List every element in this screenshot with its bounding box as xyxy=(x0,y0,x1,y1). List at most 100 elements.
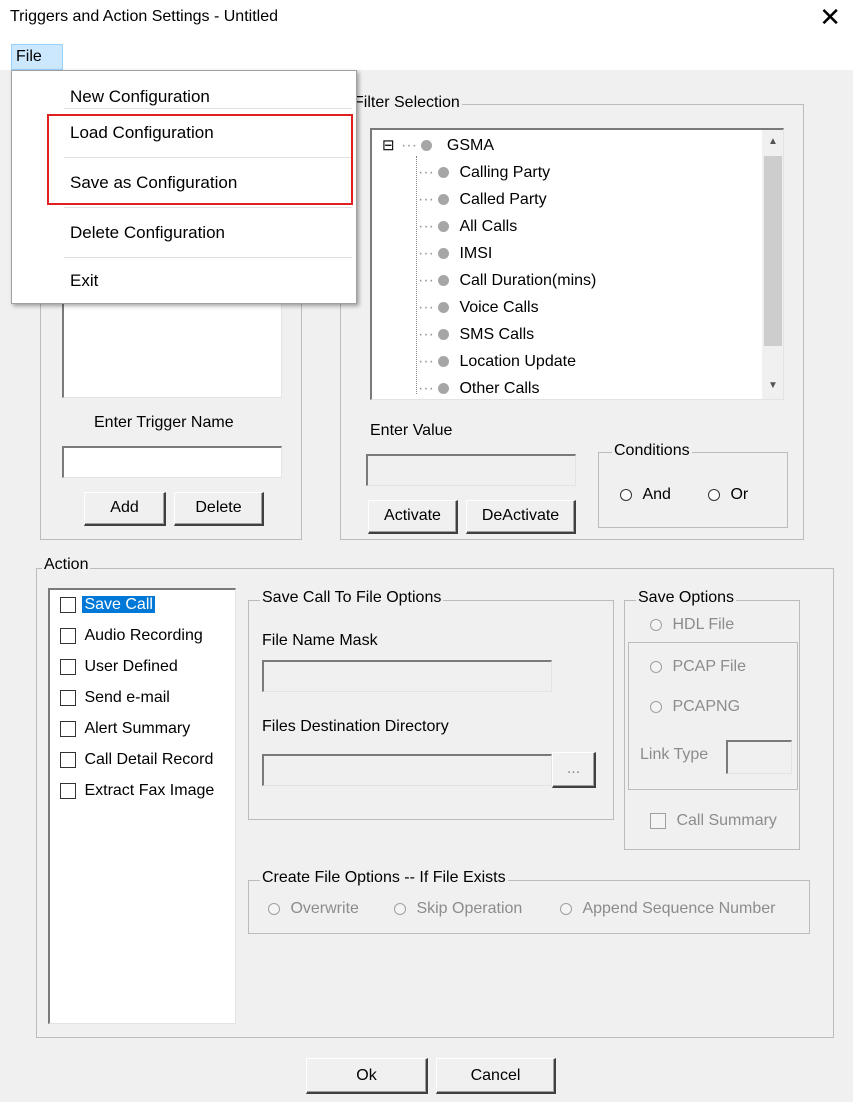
and-radio[interactable]: And xyxy=(620,486,671,504)
tree-node-label: Location Update xyxy=(459,353,576,370)
checkbox-icon[interactable] xyxy=(60,689,76,706)
highlight-annotation xyxy=(47,114,353,205)
checkbox-icon[interactable] xyxy=(650,812,666,829)
menu-file[interactable]: File xyxy=(11,44,63,70)
action-item-label: Send e-mail xyxy=(84,689,170,706)
create-file-options-label: Create File Options -- If File Exists xyxy=(260,869,508,887)
menu-bar xyxy=(0,40,853,70)
pcap-file-label: PCAP File xyxy=(672,658,746,675)
pcap-file-radio[interactable]: PCAP File xyxy=(650,658,746,676)
radio-icon[interactable] xyxy=(268,902,280,915)
window-title: Triggers and Action Settings - Untitled xyxy=(10,8,278,25)
checkbox-icon[interactable] xyxy=(60,751,76,768)
action-item-call-detail-record[interactable]: Call Detail Record xyxy=(60,751,213,769)
save-options-label: Save Options xyxy=(636,589,737,607)
action-item-label: Audio Recording xyxy=(84,627,203,644)
call-summary-checkbox[interactable]: Call Summary xyxy=(650,812,777,830)
tree-node-root[interactable]: ⊟ ··· GSMA xyxy=(382,132,494,159)
radio-icon[interactable] xyxy=(650,660,662,673)
or-radio[interactable]: Or xyxy=(708,486,748,504)
action-item-user-defined[interactable]: User Defined xyxy=(60,658,178,676)
scroll-thumb[interactable] xyxy=(764,156,782,346)
overwrite-radio[interactable]: Overwrite xyxy=(268,900,359,918)
menu-item-new-configuration[interactable]: New Configuration xyxy=(70,87,210,107)
tree-node-label: SMS Calls xyxy=(459,326,535,343)
collapse-icon[interactable]: ⊟ xyxy=(382,137,395,154)
node-dot-icon xyxy=(438,356,450,368)
node-dot-icon xyxy=(438,302,450,314)
menu-separator xyxy=(64,207,352,208)
tree-node[interactable]: ··· Calling Party xyxy=(418,159,550,186)
file-name-mask-label: File Name Mask xyxy=(262,632,378,649)
node-dot-icon xyxy=(438,329,450,341)
action-item-extract-fax-image[interactable]: Extract Fax Image xyxy=(60,782,214,800)
scroll-down-icon[interactable]: ▼ xyxy=(768,380,778,391)
tree-node[interactable]: ··· Call Duration(mins) xyxy=(418,267,596,294)
tree-node-label: All Calls xyxy=(459,218,518,235)
tree-node[interactable]: ··· SMS Calls xyxy=(418,321,534,348)
action-item-audio-recording[interactable]: Audio Recording xyxy=(60,627,203,645)
radio-icon[interactable] xyxy=(708,488,720,501)
file-name-mask-input[interactable] xyxy=(262,660,552,692)
browse-button[interactable]: ... xyxy=(552,752,596,788)
tree-node[interactable]: ··· Voice Calls xyxy=(418,294,539,321)
checkbox-icon[interactable] xyxy=(60,627,76,644)
filter-tree[interactable]: ⊟ ··· GSMA ··· Calling Party ··· Called … xyxy=(370,128,784,400)
cancel-button[interactable]: Cancel xyxy=(436,1058,556,1094)
action-item-label: Save Call xyxy=(82,596,155,613)
radio-icon[interactable] xyxy=(560,902,572,915)
menu-separator xyxy=(64,108,352,109)
action-item-save-call[interactable]: Save Call xyxy=(60,596,155,614)
hdl-file-radio[interactable]: HDL File xyxy=(650,616,734,634)
action-item-label: Extract Fax Image xyxy=(84,782,215,799)
menu-item-delete-configuration[interactable]: Delete Configuration xyxy=(70,223,225,243)
checkbox-icon[interactable] xyxy=(60,782,76,799)
node-dot-icon xyxy=(438,383,450,395)
tree-node-label: Calling Party xyxy=(459,164,551,181)
files-destination-input[interactable] xyxy=(262,754,552,786)
enter-value-input[interactable] xyxy=(366,454,576,486)
tree-node[interactable]: ··· Other Calls xyxy=(418,375,540,399)
action-list[interactable]: Save Call Audio Recording User Defined S… xyxy=(48,588,236,1024)
action-item-label: User Defined xyxy=(84,658,178,675)
overwrite-label: Overwrite xyxy=(290,900,359,917)
delete-trigger-button[interactable]: Delete xyxy=(174,492,264,526)
pcapng-label: PCAPNG xyxy=(672,698,741,715)
enter-value-label: Enter Value xyxy=(370,422,453,439)
tree-node[interactable]: ··· IMSI xyxy=(418,240,492,267)
tree-node[interactable]: ··· Called Party xyxy=(418,186,547,213)
enter-trigger-name-label: Enter Trigger Name xyxy=(94,414,234,431)
checkbox-icon[interactable] xyxy=(60,720,76,737)
append-sequence-radio[interactable]: Append Sequence Number xyxy=(560,900,775,918)
radio-icon[interactable] xyxy=(650,700,662,713)
ok-button[interactable]: Ok xyxy=(306,1058,428,1094)
menu-item-exit[interactable]: Exit xyxy=(70,271,98,291)
vertical-scrollbar[interactable]: ▲ ▼ xyxy=(762,130,783,399)
skip-operation-radio[interactable]: Skip Operation xyxy=(394,900,522,918)
tree-node-label: Other Calls xyxy=(459,380,540,397)
tree-node-label: Voice Calls xyxy=(459,299,539,316)
action-item-label: Alert Summary xyxy=(84,720,191,737)
radio-icon[interactable] xyxy=(394,902,406,915)
hdl-file-label: HDL File xyxy=(672,616,735,633)
scroll-up-icon[interactable]: ▲ xyxy=(768,136,778,147)
tree-node-label: GSMA xyxy=(446,137,495,154)
add-trigger-button[interactable]: Add xyxy=(84,492,166,526)
radio-icon[interactable] xyxy=(620,488,632,501)
action-item-send-email[interactable]: Send e-mail xyxy=(60,689,170,707)
deactivate-button[interactable]: DeActivate xyxy=(466,500,576,534)
checkbox-icon[interactable] xyxy=(60,596,76,613)
link-type-input[interactable] xyxy=(726,740,792,774)
append-sequence-label: Append Sequence Number xyxy=(582,900,776,917)
tree-node[interactable]: ··· All Calls xyxy=(418,213,517,240)
checkbox-icon[interactable] xyxy=(60,658,76,675)
radio-icon[interactable] xyxy=(650,618,662,631)
activate-button[interactable]: Activate xyxy=(368,500,458,534)
close-icon[interactable]: ✕ xyxy=(819,4,841,30)
node-dot-icon xyxy=(421,140,433,152)
action-item-alert-summary[interactable]: Alert Summary xyxy=(60,720,190,738)
pcapng-radio[interactable]: PCAPNG xyxy=(650,698,740,716)
save-call-options-label: Save Call To File Options xyxy=(260,589,444,607)
trigger-name-input[interactable] xyxy=(62,446,282,478)
tree-node[interactable]: ··· Location Update xyxy=(418,348,576,375)
